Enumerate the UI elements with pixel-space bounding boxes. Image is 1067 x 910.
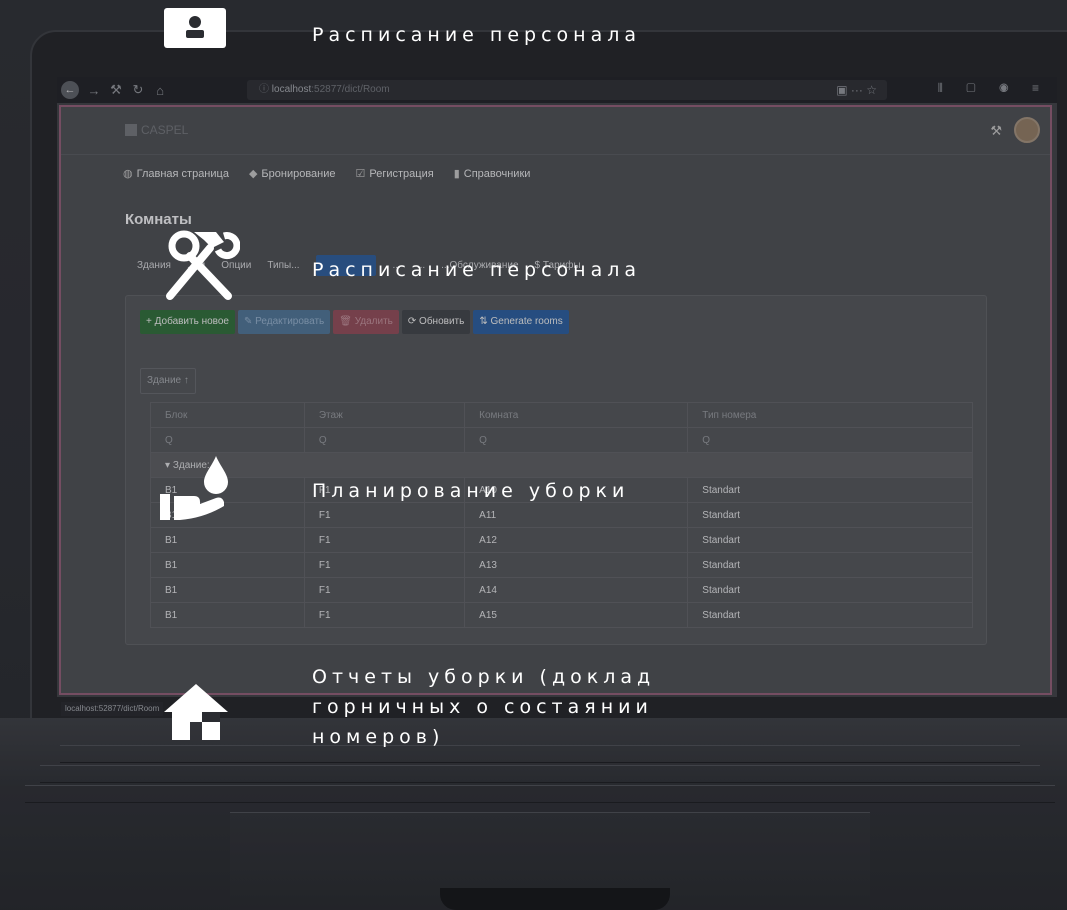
forward-icon[interactable]: → bbox=[83, 83, 105, 98]
group-row-label: ▾ Здание: bbox=[150, 452, 973, 478]
back-icon[interactable]: ← bbox=[61, 81, 79, 99]
table-header-row: Блок Этаж Комната Тип номера bbox=[150, 402, 973, 428]
cell: Standart bbox=[687, 477, 973, 503]
house-icon bbox=[162, 682, 230, 747]
cell: Standart bbox=[687, 602, 973, 628]
nav-item-booking[interactable]: ◆ Бронирование bbox=[249, 167, 336, 180]
url-path: :52877/dict/Room bbox=[311, 84, 390, 95]
cell: B1 bbox=[150, 527, 305, 553]
cell: B1 bbox=[150, 602, 305, 628]
group-by-chip[interactable]: Здание ↑ bbox=[140, 368, 196, 394]
add-new-button[interactable]: + Добавить новое bbox=[140, 310, 235, 334]
edit-button[interactable]: ✎ Редактировать bbox=[238, 310, 331, 334]
cell: Standart bbox=[687, 552, 973, 578]
cell: F1 bbox=[304, 527, 466, 553]
cell: Standart bbox=[687, 527, 973, 553]
main-nav: ◍ Главная страница ◆ Бронирование ☑ Регистр… bbox=[123, 167, 530, 180]
cell: F1 bbox=[304, 577, 466, 603]
table-row[interactable]: B1 F1 A14 Standart bbox=[150, 577, 973, 603]
nav-item-home[interactable]: ◍ Главная страница bbox=[123, 167, 229, 180]
settings-wrench-icon[interactable]: ⚒ bbox=[990, 123, 1002, 139]
book-icon: ▮ bbox=[453, 168, 460, 180]
cell: Standart bbox=[687, 502, 973, 528]
dashboard-icon: ◍ bbox=[123, 168, 133, 180]
table-row[interactable]: B1 F1 A12 Standart bbox=[150, 527, 973, 553]
browser-window: ← → ⚒ ↻ ⌂ ⓘ localhost:52877/dict/Room ▣ … bbox=[57, 77, 1057, 716]
toolbar: + Добавить новое ✎ Редактировать 🗑 Удали… bbox=[140, 310, 569, 334]
column-header[interactable]: Тип номера bbox=[687, 402, 973, 428]
delete-button[interactable]: 🗑 Удалить bbox=[333, 310, 399, 334]
wrench-icon[interactable]: ⚒ bbox=[105, 82, 127, 98]
hammer-wrench-icon bbox=[160, 226, 241, 307]
cell: F1 bbox=[304, 552, 466, 578]
page-actions-icon[interactable]: ▣ ··· ☆ bbox=[836, 80, 877, 100]
cell: A12 bbox=[464, 527, 689, 553]
table-row[interactable]: B1 F1 A11 Standart bbox=[150, 502, 973, 528]
logo-text: CASPEL bbox=[141, 123, 189, 137]
rooms-table: Блок Этаж Комната Тип номера Q Q Q Q ▾ З… bbox=[150, 402, 973, 628]
browser-menu-icons[interactable]: ⫴ ▢ ◉ ≡ bbox=[938, 81, 1049, 96]
tab-room-types[interactable]: Типы... bbox=[267, 260, 299, 271]
cell: A13 bbox=[464, 552, 689, 578]
person-icon bbox=[164, 8, 226, 48]
feature-staff-schedule-2: Расписание персонала bbox=[312, 259, 642, 281]
keyboard-row bbox=[25, 785, 1055, 803]
checkbox-icon: ☑ bbox=[355, 168, 366, 180]
filter-search-icon[interactable]: Q bbox=[464, 427, 689, 453]
column-header[interactable]: Комната bbox=[464, 402, 689, 428]
table-row[interactable]: B1 F1 A13 Standart bbox=[150, 552, 973, 578]
web-page: CASPEL ⚒ ◍ Главная страница ◆ Бронирование… bbox=[59, 105, 1052, 716]
feature-staff-schedule: Расписание персонала bbox=[312, 24, 642, 46]
cell: A14 bbox=[464, 577, 689, 603]
column-header[interactable]: Блок bbox=[150, 402, 305, 428]
nav-label: Главная страница bbox=[136, 168, 229, 180]
cell: F1 bbox=[304, 602, 466, 628]
app-logo[interactable]: CASPEL bbox=[125, 123, 188, 137]
app-header: CASPEL ⚒ bbox=[61, 107, 1050, 155]
refresh-button[interactable]: ⟳ Обновить bbox=[401, 310, 471, 334]
url-bar[interactable]: ⓘ localhost:52877/dict/Room ▣ ··· ☆ bbox=[247, 80, 887, 100]
nav-label: Регистрация bbox=[369, 168, 434, 180]
table-row[interactable]: B1 F1 A15 Standart bbox=[150, 602, 973, 628]
cell: Standart bbox=[687, 577, 973, 603]
nav-item-registration[interactable]: ☑ Регистрация bbox=[356, 167, 434, 180]
filter-search-icon[interactable]: Q bbox=[304, 427, 466, 453]
nav-label: Бронирование bbox=[261, 168, 336, 180]
nav-item-dictionaries[interactable]: ▮ Справочники bbox=[454, 167, 531, 180]
laptop-notch bbox=[440, 888, 670, 910]
tag-icon: ◆ bbox=[248, 168, 258, 180]
column-header[interactable]: Этаж bbox=[304, 402, 466, 428]
info-icon: ⓘ bbox=[259, 84, 272, 95]
url-host: localhost bbox=[271, 84, 312, 95]
feature-cleaning-reports: Отчеты уборки (доклад горничных о состая… bbox=[312, 666, 656, 748]
table-filter-row: Q Q Q Q bbox=[150, 427, 973, 453]
browser-toolbar: ← → ⚒ ↻ ⌂ ⓘ localhost:52877/dict/Room ▣ … bbox=[57, 77, 1057, 103]
cell: B1 bbox=[150, 552, 305, 578]
avatar[interactable] bbox=[1014, 117, 1040, 143]
hand-droplet-icon bbox=[160, 454, 232, 527]
filter-search-icon[interactable]: Q bbox=[687, 427, 973, 453]
status-bar-url: localhost:52877/dict/Room bbox=[61, 702, 164, 716]
filter-search-icon[interactable]: Q bbox=[150, 427, 305, 453]
keyboard-row bbox=[40, 765, 1040, 783]
rooms-panel: + Добавить новое ✎ Редактировать 🗑 Удали… bbox=[125, 295, 987, 645]
group-row[interactable]: ▾ Здание: bbox=[150, 452, 973, 478]
cell: F1 bbox=[304, 502, 466, 528]
logo-icon bbox=[125, 124, 137, 136]
feature-cleaning-planning: Планирование уборки bbox=[312, 480, 630, 502]
nav-label: Справочники bbox=[463, 168, 531, 180]
cell: A11 bbox=[464, 502, 689, 528]
reload-icon[interactable]: ↻ bbox=[127, 82, 149, 98]
cell: A15 bbox=[464, 602, 689, 628]
generate-rooms-button[interactable]: ⇅ Generate rooms bbox=[473, 310, 569, 334]
cell: B1 bbox=[150, 577, 305, 603]
home-icon[interactable]: ⌂ bbox=[149, 83, 171, 98]
background: ← → ⚒ ↻ ⌂ ⓘ localhost:52877/dict/Room ▣ … bbox=[0, 0, 1067, 910]
